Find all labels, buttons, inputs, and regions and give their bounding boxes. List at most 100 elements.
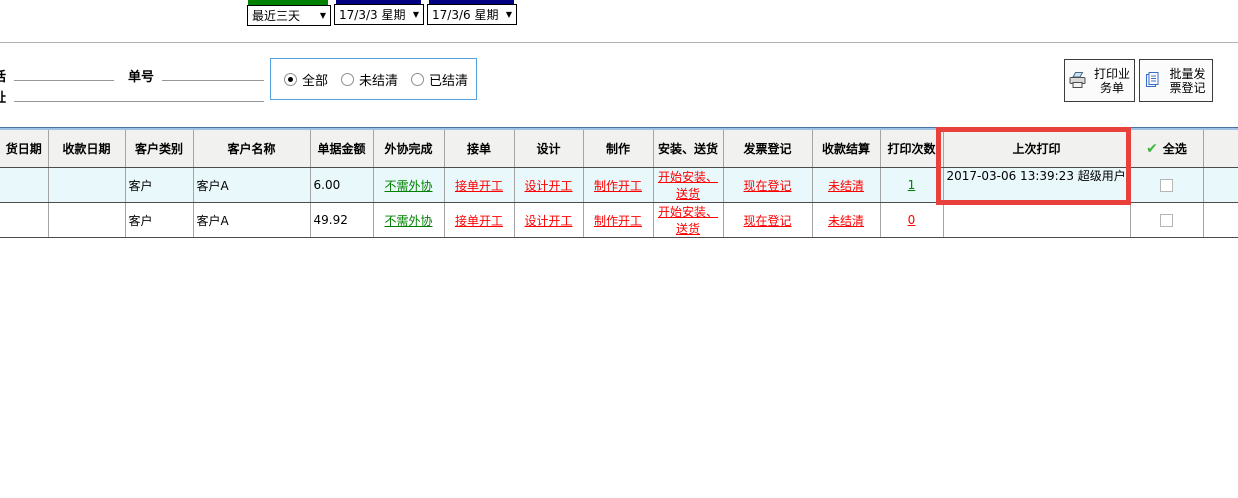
column-header-customer-name: 客户名称 bbox=[193, 130, 310, 168]
action-link-outsourcing-status[interactable]: 不需外协 bbox=[384, 214, 432, 228]
radio-icon bbox=[411, 73, 424, 86]
cell-last-print: 2017-03-06 13:39:23 超级用户 bbox=[943, 168, 1130, 203]
action-link-production[interactable]: 制作开工 bbox=[594, 214, 642, 228]
date-range-value: 最近三天 bbox=[252, 7, 300, 24]
action-link-payment-settlement[interactable]: 未结清 bbox=[828, 214, 864, 228]
cell-delivery-date bbox=[0, 168, 48, 203]
action-link-order-intake[interactable]: 接单开工 bbox=[455, 179, 503, 193]
cell-production: 制作开工 bbox=[583, 203, 653, 238]
action-link-print-count[interactable]: 0 bbox=[908, 213, 916, 227]
cell-select-all bbox=[1130, 203, 1203, 238]
cell-customer-type: 客户 bbox=[125, 168, 193, 203]
documents-icon bbox=[1144, 69, 1164, 92]
column-header-order-intake: 接单 bbox=[444, 130, 514, 168]
address-input[interactable] bbox=[14, 85, 264, 102]
order-management-screen: 最近三天 ▼ 17/3/3 星期 ▼ 17/3/6 星期 ▼ 话 单号 址 全部… bbox=[0, 0, 1238, 498]
radio-settled-label: 已结清 bbox=[429, 70, 468, 89]
action-link-invoice-registration[interactable]: 现在登记 bbox=[743, 179, 791, 193]
action-link-invoice-registration[interactable]: 现在登记 bbox=[743, 214, 791, 228]
radio-settled[interactable]: 已结清 bbox=[411, 70, 468, 89]
print-business-order-label: 打印业务单 bbox=[1092, 67, 1132, 95]
cell-outsourcing-status: 不需外协 bbox=[373, 203, 444, 238]
phone-input[interactable] bbox=[14, 64, 114, 81]
cell-invoice-registration: 现在登记 bbox=[723, 168, 812, 203]
action-link-install-delivery[interactable]: 开始安装、送货 bbox=[658, 205, 718, 236]
column-header-payment-settlement: 收款结算 bbox=[812, 130, 880, 168]
cell-spacer bbox=[1203, 203, 1238, 238]
action-link-print-count[interactable]: 1 bbox=[908, 178, 916, 192]
cell-design: 设计开工 bbox=[514, 203, 583, 238]
cell-select-all bbox=[1130, 168, 1203, 203]
column-header-payment-date: 收款日期 bbox=[48, 130, 125, 168]
section-divider bbox=[0, 42, 1238, 43]
cell-invoice-registration: 现在登记 bbox=[723, 203, 812, 238]
cell-customer-name: 客户A bbox=[193, 168, 310, 203]
cell-amount: 49.92 bbox=[310, 203, 373, 238]
settlement-filter-group: 全部 未结清 已结清 bbox=[270, 58, 477, 100]
table-header-row: 货日期收款日期客户类别客户名称单据金额外协完成接单设计制作安装、送货发票登记收款… bbox=[0, 130, 1238, 168]
cell-customer-type: 客户 bbox=[125, 203, 193, 238]
batch-invoice-register-button[interactable]: 批量发票登记 bbox=[1139, 59, 1213, 102]
cell-design: 设计开工 bbox=[514, 168, 583, 203]
action-link-order-intake[interactable]: 接单开工 bbox=[455, 214, 503, 228]
cell-install-delivery: 开始安装、送货 bbox=[653, 203, 723, 238]
orders-table: 货日期收款日期客户类别客户名称单据金额外协完成接单设计制作安装、送货发票登记收款… bbox=[0, 127, 1238, 238]
action-link-payment-settlement[interactable]: 未结清 bbox=[828, 179, 864, 193]
column-header-last-print: 上次打印 bbox=[943, 130, 1130, 168]
row-checkbox[interactable] bbox=[1160, 214, 1173, 227]
table-row: 客户客户A6.00 不需外协 接单开工 设计开工 制作开工 开始安装、送货 现在登记 未结清 1… bbox=[0, 168, 1238, 203]
cell-order-intake: 接单开工 bbox=[444, 203, 514, 238]
radio-icon bbox=[284, 73, 297, 86]
order-no-input[interactable] bbox=[162, 64, 264, 81]
column-header-spacer bbox=[1203, 130, 1238, 168]
cell-amount: 6.00 bbox=[310, 168, 373, 203]
column-header-delivery-date: 货日期 bbox=[0, 130, 48, 168]
cell-install-delivery: 开始安装、送货 bbox=[653, 168, 723, 203]
cell-payment-date bbox=[48, 203, 125, 238]
cell-production: 制作开工 bbox=[583, 168, 653, 203]
end-date-value: 17/3/6 星期 bbox=[432, 6, 498, 23]
printer-icon bbox=[1067, 69, 1089, 92]
action-link-design[interactable]: 设计开工 bbox=[524, 179, 572, 193]
column-header-select-all: ✔全选 bbox=[1130, 130, 1203, 168]
column-header-outsourcing-status: 外协完成 bbox=[373, 130, 444, 168]
column-header-invoice-registration: 发票登记 bbox=[723, 130, 812, 168]
cell-payment-date bbox=[48, 168, 125, 203]
action-link-outsourcing-status[interactable]: 不需外协 bbox=[384, 179, 432, 193]
cell-spacer bbox=[1203, 168, 1238, 203]
row-checkbox[interactable] bbox=[1160, 179, 1173, 192]
radio-all[interactable]: 全部 bbox=[284, 70, 328, 89]
cell-payment-settlement: 未结清 bbox=[812, 168, 880, 203]
print-business-order-button[interactable]: 打印业务单 bbox=[1064, 59, 1135, 102]
cell-print-count: 1 bbox=[880, 168, 943, 203]
column-header-amount: 单据金额 bbox=[310, 130, 373, 168]
action-link-install-delivery[interactable]: 开始安装、送货 bbox=[658, 170, 718, 201]
date-range-dropdown[interactable]: 最近三天 ▼ bbox=[247, 5, 331, 26]
phone-label: 话 bbox=[0, 66, 6, 85]
cell-delivery-date bbox=[0, 203, 48, 238]
table-row: 客户客户A49.92 不需外协 接单开工 设计开工 制作开工 开始安装、送货 现在登记 未结清… bbox=[0, 203, 1238, 238]
column-header-install-delivery: 安装、送货 bbox=[653, 130, 723, 168]
start-date-dropdown[interactable]: 17/3/3 星期 ▼ bbox=[334, 4, 424, 25]
radio-all-label: 全部 bbox=[302, 70, 328, 89]
radio-unsettled-label: 未结清 bbox=[359, 70, 398, 89]
column-header-customer-type: 客户类别 bbox=[125, 130, 193, 168]
action-link-production[interactable]: 制作开工 bbox=[594, 179, 642, 193]
cell-last-print bbox=[943, 203, 1130, 238]
end-date-dropdown[interactable]: 17/3/6 星期 ▼ bbox=[427, 4, 517, 25]
cell-outsourcing-status: 不需外协 bbox=[373, 168, 444, 203]
column-header-print-count: 打印次数 bbox=[880, 130, 943, 168]
start-date-value: 17/3/3 星期 bbox=[339, 6, 405, 23]
radio-icon bbox=[341, 73, 354, 86]
cell-customer-name: 客户A bbox=[193, 203, 310, 238]
batch-invoice-register-label: 批量发票登记 bbox=[1167, 67, 1209, 95]
green-check-icon: ✔ bbox=[1146, 141, 1158, 157]
cell-order-intake: 接单开工 bbox=[444, 168, 514, 203]
order-no-label: 单号 bbox=[128, 66, 154, 85]
chevron-down-icon: ▼ bbox=[320, 11, 326, 20]
radio-unsettled[interactable]: 未结清 bbox=[341, 70, 398, 89]
address-label: 址 bbox=[0, 87, 6, 106]
cell-payment-settlement: 未结清 bbox=[812, 203, 880, 238]
action-link-design[interactable]: 设计开工 bbox=[524, 214, 572, 228]
cell-print-count: 0 bbox=[880, 203, 943, 238]
